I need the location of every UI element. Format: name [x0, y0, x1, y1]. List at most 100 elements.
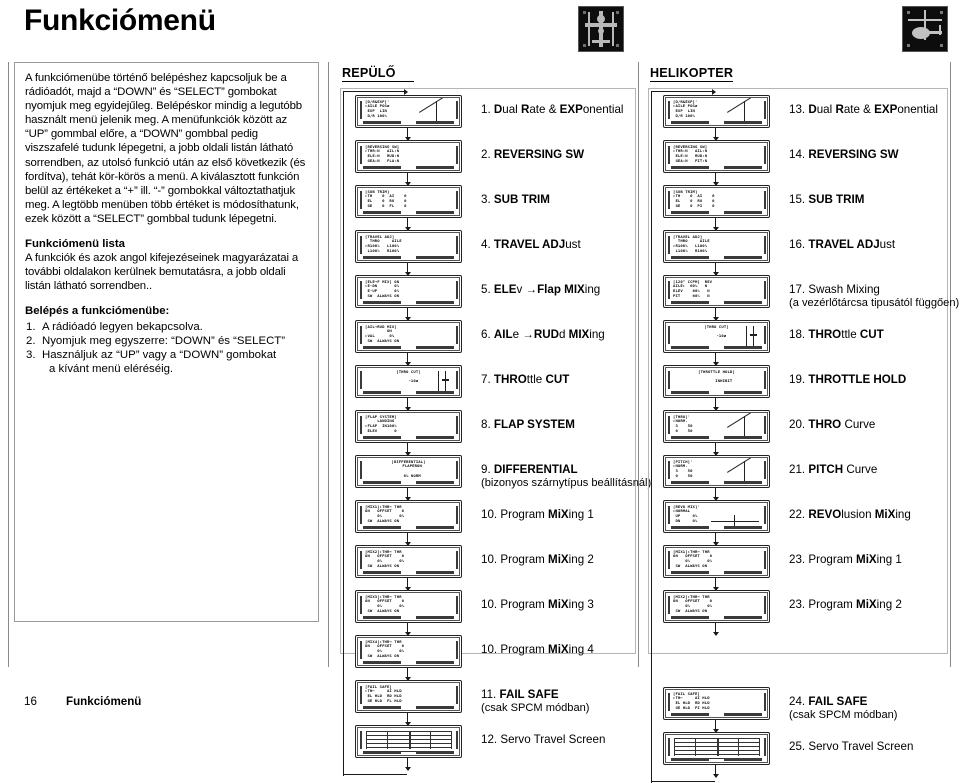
lcd-screen[interactable]: [MIX2]▸THR→ THR ON OFFSET 0 0% 0% SW ALW…: [355, 545, 462, 578]
lcd-screen[interactable]: [MIX1]▸THR→ THR ON OFFSET 0 0% 0% SW ALW…: [355, 500, 462, 533]
lcd-screen[interactable]: [ELE→F MIX] ON ▸E-DN 0% E-UP 0% SW ALWAY…: [355, 275, 462, 308]
menu-index: 6.: [481, 328, 491, 341]
lcd-screen-text: [MIX2]▸THR→ THR ON OFFSET 0 0% 0% SW ALW…: [365, 548, 405, 568]
menu-flow-row: [THRO]' ▸NORM. 3 50 0 50 20. THRO Curve: [649, 410, 947, 456]
servo-travel-graphic: [674, 738, 760, 759]
loop-connector-bottom: [343, 774, 407, 776]
lcd-screen[interactable]: [D/R&EXP]' ▸AILE POSø EXP LIN D/R 100%: [355, 95, 462, 128]
airplane-menu-column: REPÜLŐ [D/R&EXP]' ▸AILE POSø EXP LIN D/R…: [340, 62, 651, 776]
lcd-screen-inner: [357, 727, 460, 756]
lcd-screen-inner: [FAIL SAFE] ▸TH← AI HLD EL HLD RD HLD GE…: [665, 689, 768, 718]
lcd-screen[interactable]: [THRO]' ▸NORM. 3 50 0 50: [663, 410, 770, 443]
lcd-screen[interactable]: [355, 725, 462, 758]
lcd-footer-bars: [363, 255, 454, 259]
label-bold: SUB TRIM: [493, 193, 550, 206]
menu-item-label: 12. Servo Travel Screen: [481, 733, 605, 746]
lcd-footer-bars: [671, 390, 762, 394]
label-bold: Flap: [537, 283, 565, 296]
flow-arrow-icon: [711, 623, 721, 636]
menu-flow-row: [MIX3]▸THR→ THR ON OFFSET 0 0% 0% SW ALW…: [341, 590, 635, 636]
lcd-screen[interactable]: [MIX2]▸THR→ THR ON OFFSET 0 0% 0% SW ALW…: [663, 590, 770, 623]
lcd-screen[interactable]: [SUB TRIM] ▸TH 0 AI 0 EL 0 RU 0 GE 0 FL …: [355, 185, 462, 218]
airplane-flow-panel: [D/R&EXP]' ▸AILE POSø EXP LIN D/R 100% 1.…: [340, 88, 651, 776]
lcd-screen[interactable]: [THRO CUT] -10ø: [663, 320, 770, 353]
label-bold: FAIL SAFE: [808, 695, 868, 708]
menu-item-label: 23. Program MiXing 1: [789, 553, 902, 566]
lcd-screen[interactable]: [THRO CUT] -10ø: [355, 365, 462, 398]
label-normal: e: [512, 328, 523, 341]
lcd-screen[interactable]: [D/R&EXP]' ▸AILE POSø EXP LIN D/R 100%: [663, 95, 770, 128]
servo-travel-graphic: [366, 731, 452, 752]
label-bold: RUD: [533, 328, 559, 341]
lcd-footer-bars: [671, 210, 762, 214]
label-normal: ing 2: [568, 553, 594, 566]
label-bold: ELE: [493, 283, 517, 296]
lcd-screen[interactable]: [REVERSING SW] ▸THR:N AIL:N ELE:N RUD:N …: [663, 140, 770, 173]
helicopter-flow-panel: [D/R&EXP]' ▸AILE POSø EXP LIN D/R 100% 13…: [648, 88, 959, 783]
menu-flow-row: 25. Servo Travel Screen: [649, 732, 947, 778]
lcd-screen[interactable]: [DIFFERENTIAL] FLAPERON 0% NORM: [355, 455, 462, 488]
flow-arrow-icon: [711, 398, 721, 411]
label-bold: FLAP SYSTEM: [493, 418, 575, 431]
lcd-footer-bars: [671, 345, 762, 349]
lcd-screen[interactable]: [FAIL SAFE] ▸TH← AI HLD EL HLD RD HLD GE…: [663, 687, 770, 720]
label-normal: ust: [565, 238, 581, 251]
divider-right: [950, 62, 951, 667]
flow-arrow-icon: [403, 173, 413, 186]
menu-flow-row: [REVO MIX]' ▸NORMAL UP 0% DN 0% 22. REVOl…: [649, 500, 947, 546]
lcd-screen-text: [AIL→RUD MIX] ON ▸VAL 0% SW ALWAYS ON: [365, 323, 400, 343]
loop-connector-top: [651, 91, 715, 93]
manual-page: Funkciómenü A funkciómenübe történő belé…: [0, 0, 960, 783]
flow-arrow-icon: [711, 765, 721, 778]
step-number: 2.: [26, 334, 36, 347]
lcd-screen[interactable]: [AIL→RUD MIX] ON ▸VAL 0% SW ALWAYS ON: [355, 320, 462, 353]
lcd-footer-bars: [363, 480, 454, 484]
menu-index: 5.: [481, 283, 491, 296]
menu-flow-row: [FAIL SAFE] ▸TH← AI HLD EL HLD RD HLD GE…: [341, 680, 635, 726]
slider-graphic: [438, 371, 449, 391]
lcd-screen[interactable]: [REVO MIX]' ▸NORMAL UP 0% DN 0%: [663, 500, 770, 533]
menu-item-label: 4. TRAVEL ADJust: [481, 238, 581, 251]
airplane-photo-thumbnail: [578, 6, 624, 52]
lcd-screen-text: [REVERSING SW] ▸THR:N AIL:N ELE:N RUD:N …: [365, 143, 400, 163]
lcd-screen[interactable]: [SUB TRIM] ▸TH 0 AI 0 EL 0 RU 0 GE 0 PI …: [663, 185, 770, 218]
lcd-screen-inner: [TRAVEL ADJ] THRO AILE ▸R100% L100% L100…: [665, 232, 768, 261]
lcd-screen[interactable]: [REVERSING SW] ▸THR:N AIL:N ELE:N RUD:N …: [355, 140, 462, 173]
helicopter-photo-thumbnail: [902, 6, 948, 52]
flow-arrow-icon: [711, 533, 721, 546]
menu-flow-row: [FLAP SYSTEM] LANDING ▸FLAP IN100% ELEV …: [341, 410, 635, 456]
lcd-screen-inner: [SUB TRIM] ▸TH 0 AI 0 EL 0 RU 0 GE 0 FL …: [357, 187, 460, 216]
flow-arrow-icon: [403, 443, 413, 456]
lcd-screen-text: [358, 728, 459, 730]
menu-index: 10.: [481, 508, 498, 521]
label-bold: MIX: [568, 328, 590, 341]
menu-index: 19.: [789, 373, 806, 386]
lcd-screen[interactable]: [120° CCPM] REV AILE▸ 60% N ELEV 60% N P…: [663, 275, 770, 308]
lcd-footer-bars: [671, 255, 762, 259]
menu-flow-row: [ELE→F MIX] ON ▸E-DN 0% E-UP 0% SW ALWAY…: [341, 275, 635, 321]
flow-arrow-icon: [403, 533, 413, 546]
lcd-screen[interactable]: [MIX1]▸THR→ THR ON OFFSET 0 0% 0% SW ALW…: [663, 545, 770, 578]
lcd-screen-inner: [D/R&EXP]' ▸AILE POSø EXP LIN D/R 100%: [357, 97, 460, 126]
lcd-screen[interactable]: [FAIL SAFE] ▸TH← AI HLD EL HLD RD HLD GE…: [355, 680, 462, 713]
lcd-screen[interactable]: [TRAVEL ADJ] THRO AILE ▸R100% L100% L100…: [663, 230, 770, 263]
lcd-screen[interactable]: [THROTTLE HOLD] INHIBIT: [663, 365, 770, 398]
lcd-screen-inner: [FLAP SYSTEM] LANDING ▸FLAP IN100% ELEV …: [357, 412, 460, 441]
flow-arrow-icon: [403, 128, 413, 141]
lcd-screen[interactable]: [MIX3]▸THR→ THR ON OFFSET 0 0% 0% SW ALW…: [355, 590, 462, 623]
helicopter-column-heading: HELIKOPTER: [650, 66, 734, 82]
label-bold: EXP: [559, 103, 583, 116]
lcd-screen-text: [MIX3]▸THR→ THR ON OFFSET 0 0% 0% SW ALW…: [365, 593, 405, 613]
menu-item-label: 16. TRAVEL ADJust: [789, 238, 895, 251]
menu-item-label: 15. SUB TRIM: [789, 193, 864, 206]
lcd-screen[interactable]: [MIX4]▸THR→ THR ON OFFSET 0 0% 0% SW ALW…: [355, 635, 462, 668]
lcd-screen-text: [MIX1]▸THR→ THR ON OFFSET 0 0% 0% SW ALW…: [673, 548, 713, 568]
menu-index: 21.: [789, 463, 806, 476]
flow-arrow-icon: [403, 668, 413, 681]
lcd-screen[interactable]: [FLAP SYSTEM] LANDING ▸FLAP IN100% ELEV …: [355, 410, 462, 443]
lcd-screen[interactable]: [TRAVEL ADJ] THRO AILE ▸R100% L100% L100…: [355, 230, 462, 263]
lcd-footer-bars: [363, 750, 454, 754]
lcd-screen[interactable]: [663, 732, 770, 765]
loop-arrow-icon: [712, 88, 716, 95]
lcd-screen[interactable]: [PITCH]' ▸NORM. 3 50 0 50: [663, 455, 770, 488]
